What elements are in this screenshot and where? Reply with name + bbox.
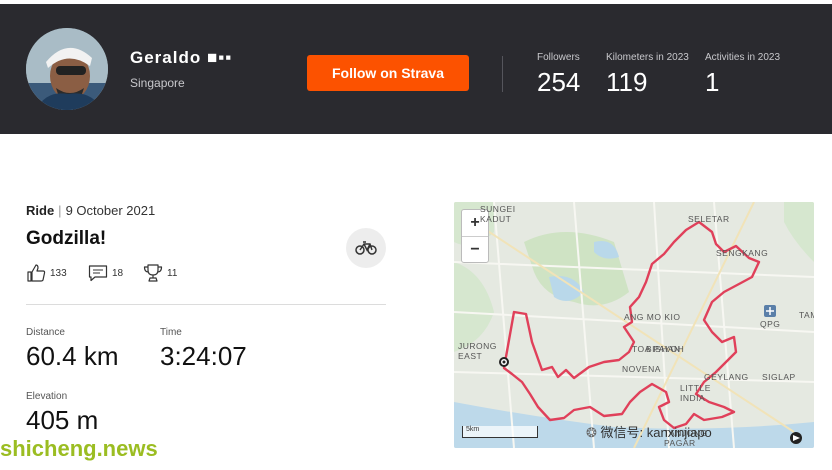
label-tampines: TAM (799, 310, 814, 320)
label-jurong-east: JURONG EAST (458, 341, 497, 361)
label-kadut: KADUT (480, 214, 512, 224)
activity-date: 9 October 2021 (65, 203, 156, 218)
wechat-icon: ❂ (586, 425, 601, 440)
header-divider (502, 56, 503, 92)
label-little: LITTLE (680, 383, 711, 393)
label-toa-payoh: TOA PAYOH (632, 344, 685, 354)
wechat-text: 微信号: kanxinjiapo (600, 425, 712, 440)
site-watermark: shicheng.news (0, 436, 158, 461)
label-ang-mo-kio: ANG MO KIO (624, 312, 681, 322)
athlete-header: Geraldo ■▪▪ Singapore Follow on Strava F… (0, 4, 832, 134)
stat-kilometers-value: 119 (606, 67, 648, 97)
athlete-name: Geraldo ■▪▪ (130, 48, 232, 68)
label-jurong: JURONG (458, 341, 497, 351)
stat-activities: Activities in 2023 1 (705, 52, 780, 98)
time-label: Time (160, 327, 182, 338)
stat-activities-label: Activities in 2023 (705, 52, 781, 63)
activity-title[interactable]: Godzilla! (26, 228, 106, 250)
stat-activities-value: 1 (705, 67, 720, 97)
distance-value: 60.4 km (26, 341, 119, 371)
label-east: EAST (458, 351, 483, 361)
activity-divider (26, 304, 386, 305)
stat-followers-value: 254 (537, 67, 581, 97)
athlete-avatar[interactable] (26, 28, 108, 110)
name-dots-icon: ■▪▪ (206, 48, 233, 67)
end-marker-icon (790, 432, 802, 444)
label-novena: NOVENA (622, 364, 661, 374)
label-geylang: GEYLANG (704, 372, 749, 382)
label-sungei: SUNGEI (480, 204, 516, 214)
type-date-separator: | (58, 203, 62, 218)
comments-count: 18 (112, 267, 124, 279)
trophy-icon (143, 264, 163, 282)
comment-icon (88, 265, 108, 282)
distance-label: Distance (26, 327, 65, 338)
activity-type-date: Ride | 9 October 2021 (26, 203, 155, 218)
label-seletar: SELETAR (688, 214, 730, 224)
thumbs-up-icon (27, 264, 46, 282)
achievements-button[interactable]: 11 (143, 264, 177, 282)
activity-type: Ride (26, 203, 55, 218)
label-sungei-kadut: SUNGEI KADUT (480, 204, 516, 224)
athlete-location: Singapore (130, 76, 185, 90)
time-value: 3:24:07 (160, 341, 247, 371)
route-map[interactable]: + − SUNGEI KADUT SELETAR SENGKANG ANG MO … (454, 202, 814, 448)
stat-kilometers-label: Kilometers in 2023 (606, 52, 689, 63)
zoom-out-button[interactable]: − (462, 237, 488, 263)
ride-type-badge (346, 228, 386, 268)
athlete-name-text: Geraldo (130, 48, 202, 67)
label-india: INDIA (680, 393, 706, 403)
bicycle-icon (355, 241, 377, 255)
stat-followers-label: Followers (537, 52, 580, 63)
kudos-count: 133 (50, 267, 67, 279)
label-qpg: QPG (760, 319, 781, 329)
wechat-watermark: ❂ 微信号: kanxinjiapo (586, 422, 712, 441)
page: Geraldo ■▪▪ Singapore Follow on Strava F… (0, 0, 832, 470)
elevation-label: Elevation (26, 391, 68, 402)
stat-kilometers: Kilometers in 2023 119 (606, 52, 689, 98)
label-sengkang: SENGKANG (716, 248, 769, 258)
elevation-value: 405 m (26, 405, 99, 435)
label-siglap: SIGLAP (762, 372, 796, 382)
airport-icon (764, 305, 776, 317)
label-little-india: LITTLE INDIA (680, 383, 711, 403)
stat-followers: Followers 254 (537, 52, 580, 98)
kudos-button[interactable]: 133 (26, 264, 67, 282)
achievements-count: 11 (167, 267, 178, 279)
follow-on-strava-button[interactable]: Follow on Strava (307, 55, 469, 91)
map-scale-bar: 5km (462, 426, 538, 438)
comments-button[interactable]: 18 (88, 264, 123, 282)
start-flag-icon (499, 357, 509, 367)
